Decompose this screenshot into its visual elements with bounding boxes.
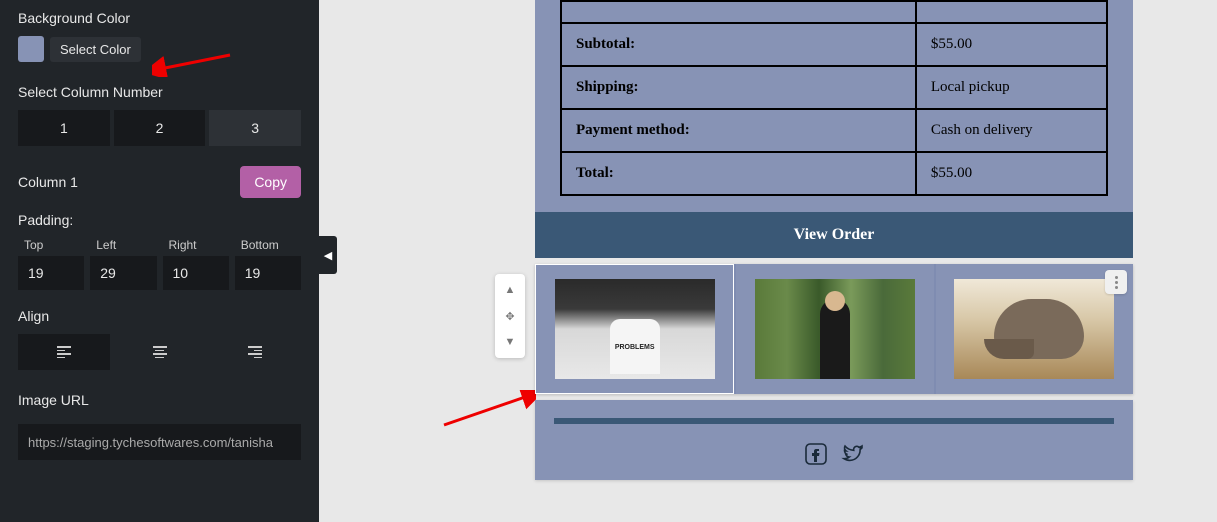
annotation-arrow-2 xyxy=(436,390,536,430)
chevron-down-icon: ▼ xyxy=(505,336,516,348)
table-row: Total: $55.00 xyxy=(561,152,1107,195)
order-summary-wrap: Subtotal: $55.00 Shipping: Local pickup … xyxy=(535,0,1133,212)
pad-bottom-label: Bottom xyxy=(235,238,301,252)
pad-left-label: Left xyxy=(90,238,156,252)
align-right-icon xyxy=(248,346,262,358)
bg-color-label: Background Color xyxy=(18,10,301,26)
image-column-1[interactable] xyxy=(535,264,734,394)
cell-label: Subtotal: xyxy=(561,23,916,66)
pad-left-input[interactable] xyxy=(90,256,156,290)
select-color-button[interactable]: Select Color xyxy=(50,37,141,62)
col-num-2[interactable]: 2 xyxy=(114,110,206,146)
pad-right-input[interactable] xyxy=(163,256,229,290)
move-down-button[interactable]: ▼ xyxy=(500,332,520,352)
table-row xyxy=(561,1,1107,23)
cell-label: Total: xyxy=(561,152,916,195)
product-image-2 xyxy=(755,279,915,379)
social-icons xyxy=(535,442,1133,466)
cell-value: Cash on delivery xyxy=(916,109,1107,152)
table-row: Subtotal: $55.00 xyxy=(561,23,1107,66)
view-order-button[interactable]: View Order xyxy=(535,212,1133,258)
cell-value: $55.00 xyxy=(916,23,1107,66)
row-controls: ▲ ✥ ▼ xyxy=(495,274,525,358)
image-url-input[interactable] xyxy=(18,424,301,460)
column-number-selector: 1 2 3 xyxy=(18,110,301,146)
col-num-1[interactable]: 1 xyxy=(18,110,110,146)
settings-sidebar: Background Color Select Color Select Col… xyxy=(0,0,319,522)
image-columns-row[interactable]: ▲ ✥ ▼ xyxy=(535,264,1133,394)
cell-label: Payment method: xyxy=(561,109,916,152)
copy-button[interactable]: Copy xyxy=(240,166,301,198)
footer-block[interactable] xyxy=(535,400,1133,480)
align-center-icon xyxy=(153,346,167,358)
twitter-icon[interactable] xyxy=(840,442,864,466)
align-left-button[interactable] xyxy=(18,334,110,370)
row-menu-button[interactable] xyxy=(1105,270,1127,294)
padding-label: Padding: xyxy=(18,212,301,228)
table-row: Payment method: Cash on delivery xyxy=(561,109,1107,152)
pad-right-label: Right xyxy=(163,238,229,252)
color-swatch[interactable] xyxy=(18,36,44,62)
product-image-1 xyxy=(555,279,715,379)
image-column-2[interactable] xyxy=(734,264,933,394)
chevron-up-icon: ▲ xyxy=(505,284,516,296)
col-num-3[interactable]: 3 xyxy=(209,110,301,146)
drag-handle[interactable]: ✥ xyxy=(500,306,520,326)
facebook-icon[interactable] xyxy=(804,442,828,466)
align-left-icon xyxy=(57,346,71,358)
image-column-3[interactable] xyxy=(934,264,1133,394)
table-row: Shipping: Local pickup xyxy=(561,66,1107,109)
color-picker: Select Color xyxy=(18,36,301,62)
move-up-button[interactable]: ▲ xyxy=(500,280,520,300)
align-selector xyxy=(18,334,301,370)
order-summary-table: Subtotal: $55.00 Shipping: Local pickup … xyxy=(560,0,1108,196)
padding-inputs: Top Left Right Bottom xyxy=(18,238,301,290)
cell-label: Shipping: xyxy=(561,66,916,109)
image-url-label: Image URL xyxy=(18,392,301,408)
pad-top-label: Top xyxy=(18,238,84,252)
column-title: Column 1 xyxy=(18,174,78,190)
pad-top-input[interactable] xyxy=(18,256,84,290)
product-image-3 xyxy=(954,279,1114,379)
email-preview: Subtotal: $55.00 Shipping: Local pickup … xyxy=(535,0,1133,480)
cell-value: Local pickup xyxy=(916,66,1107,109)
align-label: Align xyxy=(18,308,301,324)
footer-divider xyxy=(554,418,1114,424)
cell-value: $55.00 xyxy=(916,152,1107,195)
move-icon: ✥ xyxy=(505,310,514,323)
align-center-button[interactable] xyxy=(114,334,206,370)
col-num-label: Select Column Number xyxy=(18,84,301,100)
sidebar-collapse-toggle[interactable]: ◀ xyxy=(319,236,337,274)
pad-bottom-input[interactable] xyxy=(235,256,301,290)
align-right-button[interactable] xyxy=(209,334,301,370)
chevron-left-icon: ◀ xyxy=(324,249,332,262)
